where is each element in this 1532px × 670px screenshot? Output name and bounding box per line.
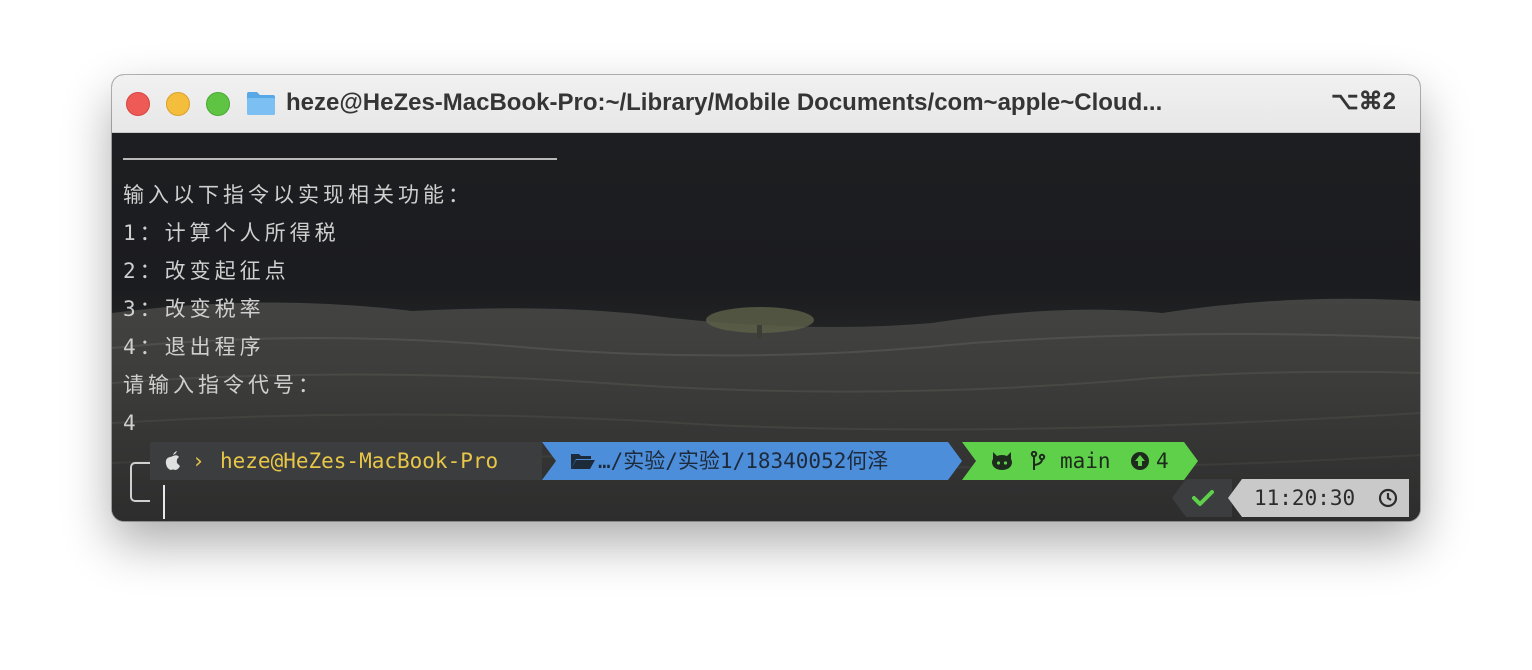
folder-icon bbox=[247, 92, 275, 115]
terminal-content[interactable]: 输入以下指令以实现相关功能： 1：计算个人所得税 2：改变起征点 3：改变税率 … bbox=[112, 133, 1420, 521]
chevron-right-icon: › bbox=[192, 449, 205, 473]
prompt-branch: main bbox=[1060, 449, 1111, 473]
prompt-git-segment: main 4 bbox=[962, 442, 1198, 480]
output-line: 1：计算个人所得税 bbox=[123, 221, 340, 245]
output-lines: 输入以下指令以实现相关功能： 1：计算个人所得税 2：改变起征点 3：改变税率 … bbox=[123, 133, 473, 442]
prompt-user-host: heze@HeZes-MacBook-Pro bbox=[220, 449, 499, 473]
output-line: 4 bbox=[123, 411, 140, 435]
time-segment: 11:20:30 bbox=[1228, 479, 1409, 517]
clock-icon bbox=[1378, 488, 1398, 508]
output-line: 3：改变税率 bbox=[123, 297, 265, 321]
open-folder-icon bbox=[571, 454, 595, 469]
window-shortcut: ⌥⌘2 bbox=[1330, 88, 1396, 115]
close-button[interactable] bbox=[126, 92, 150, 116]
github-icon bbox=[992, 452, 1012, 470]
zoom-button[interactable] bbox=[206, 92, 230, 116]
prompt-path: …/实验/实验1/18340052何泽 bbox=[598, 449, 889, 473]
prompt-user-segment: › heze@HeZes-MacBook-Pro bbox=[150, 442, 542, 480]
output-line: 4：退出程序 bbox=[123, 335, 265, 359]
git-branch-icon bbox=[1030, 451, 1046, 470]
prompt-path-segment: …/实验/实验1/18340052何泽 bbox=[542, 442, 962, 480]
minimize-button[interactable] bbox=[166, 92, 190, 116]
prompt-bracket bbox=[130, 462, 150, 502]
output-line: 2：改变起征点 bbox=[123, 259, 290, 283]
output-line: 请输入指令代号： bbox=[123, 373, 323, 397]
text-cursor bbox=[163, 485, 165, 519]
apple-icon bbox=[165, 451, 180, 470]
right-prompt: 11:20:30 bbox=[1172, 479, 1409, 517]
prompt-ahead-count: 4 bbox=[1156, 449, 1169, 473]
title-bar[interactable]: heze@HeZes-MacBook-Pro:~/Library/Mobile … bbox=[112, 75, 1420, 133]
prompt-time: 11:20:30 bbox=[1254, 486, 1356, 510]
arrow-up-circle-icon bbox=[1131, 452, 1149, 470]
output-line: 输入以下指令以实现相关功能： bbox=[123, 183, 473, 207]
checkmark-icon bbox=[1192, 490, 1214, 506]
window-title: heze@HeZes-MacBook-Pro:~/Library/Mobile … bbox=[286, 89, 1163, 116]
status-segment bbox=[1172, 479, 1232, 517]
terminal-window: heze@HeZes-MacBook-Pro:~/Library/Mobile … bbox=[112, 75, 1420, 521]
